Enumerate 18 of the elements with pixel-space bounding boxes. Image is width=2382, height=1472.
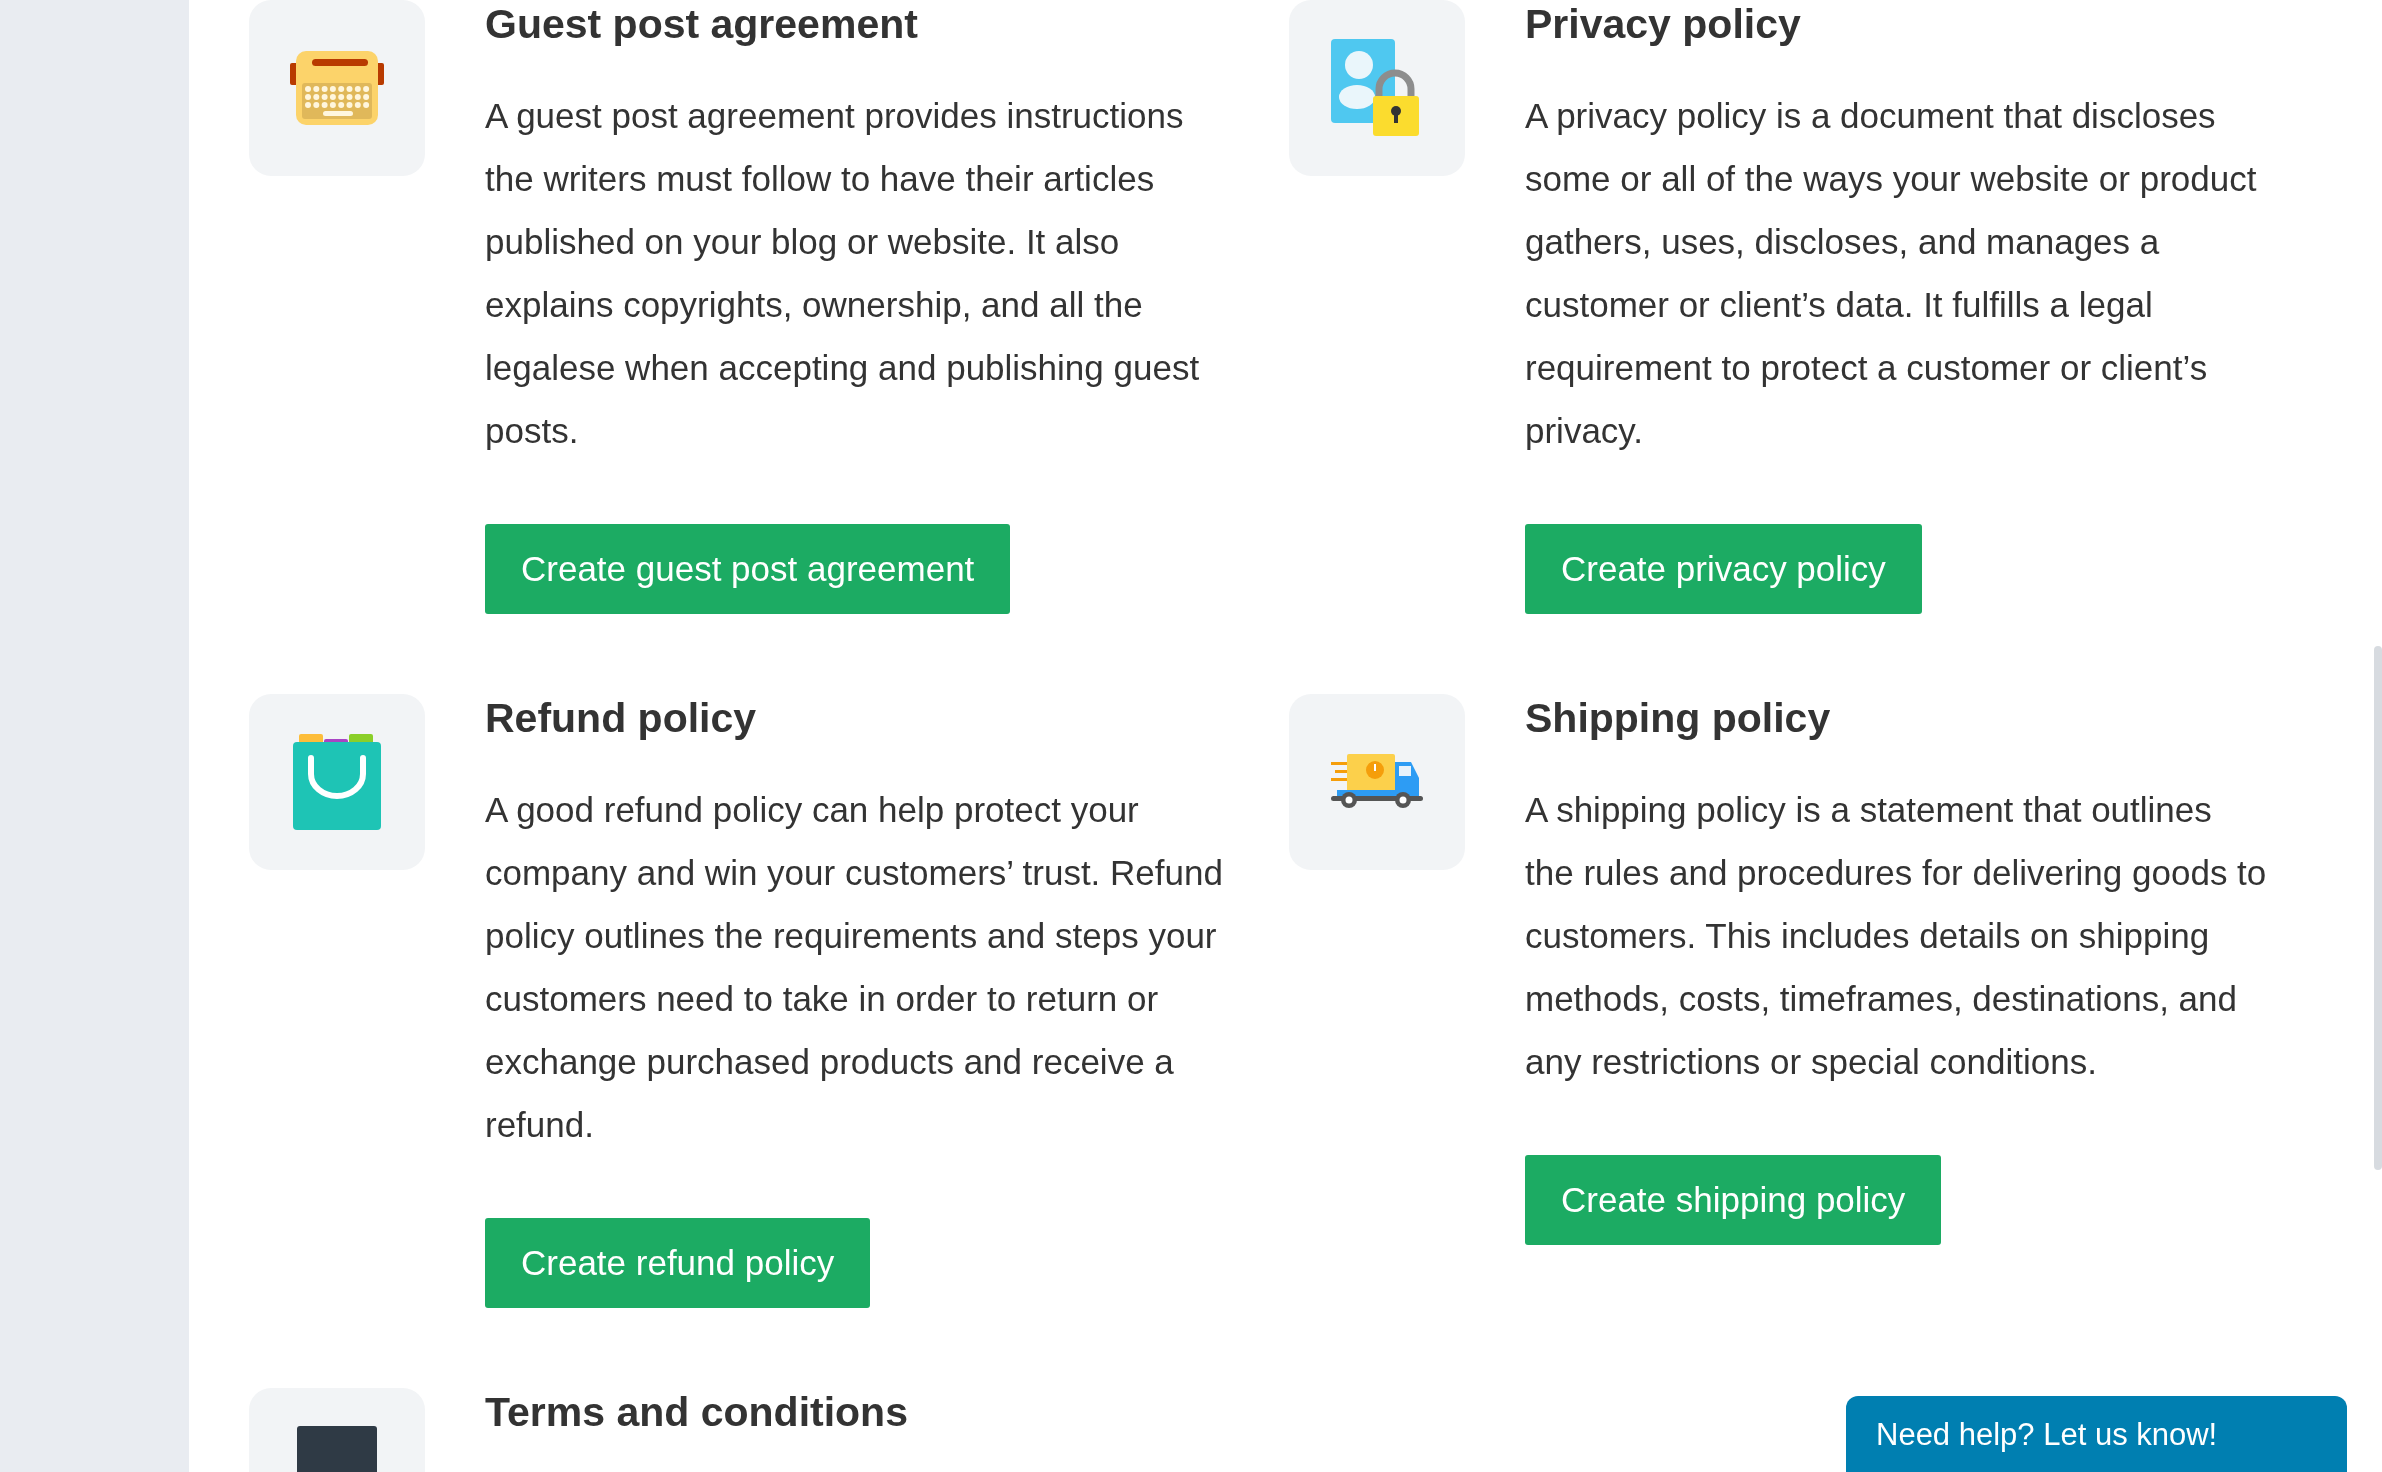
- card-title: Shipping policy: [1525, 694, 1831, 742]
- card-title: Refund policy: [485, 694, 757, 742]
- card-title: Guest post agreement: [485, 0, 918, 48]
- typewriter-icon: [290, 51, 384, 125]
- create-button[interactable]: Create shipping policy: [1525, 1155, 1942, 1245]
- card-description: A guest post agreement provides instructions the writers must follow to have their articles published on your blog or website. It also explains copyrights, ownership, and all the legalese when accepting and publishing guest posts.: [485, 95, 1201, 452]
- card-description: A shipping policy is a statement that outlines the rules and procedures for delivering goods to customers. This includes details on shipping methods, costs, timeframes, destinations, and any restrictions or special conditions.: [1525, 789, 2268, 1083]
- create-button[interactable]: Create guest post agreement: [485, 524, 1011, 614]
- card-title: Privacy policy: [1525, 0, 1801, 48]
- card-description: A good refund policy can help protect your company and win your customers’ trust. Refund policy outlines the requirements and steps your customers need to take in order to return or exchange purchased products and receive a refund.: [485, 789, 1224, 1146]
- shopping-bag-icon: [293, 734, 381, 830]
- create-button[interactable]: Create refund policy: [485, 1218, 871, 1308]
- card-description: A privacy policy is a document that discloses some or all of the ways your website or product gathers, uses, discloses, and manages a customer or client’s data. It fulfills a legal requirement to protect a customer or client’s privacy.: [1525, 95, 2258, 452]
- help-button[interactable]: Need help? Let us know!: [1846, 1396, 2347, 1472]
- delivery-truck-icon: [1331, 754, 1423, 810]
- create-button[interactable]: Create privacy policy: [1525, 524, 1922, 614]
- card-title: Terms and conditions: [485, 1388, 908, 1436]
- scrollbar-thumb[interactable]: [2374, 646, 2382, 1170]
